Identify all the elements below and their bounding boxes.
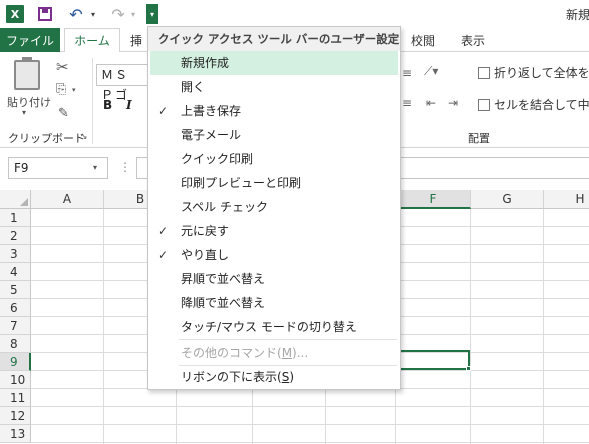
row-header[interactable]: 7: [0, 317, 31, 335]
clipboard-group-label: クリップボード: [8, 132, 85, 145]
row-header[interactable]: 11: [0, 389, 31, 407]
copy-dropdown-icon[interactable]: ▾: [72, 86, 76, 94]
tab-file[interactable]: ファイル: [0, 28, 60, 52]
increase-indent-icon[interactable]: ⇥: [448, 96, 458, 110]
excel-logo-icon[interactable]: X: [6, 5, 24, 23]
alignment-group-label: 配置: [468, 132, 490, 145]
menu-item[interactable]: 降順で並べ替え: [150, 291, 398, 315]
name-box-dropdown-icon[interactable]: ▾: [93, 163, 97, 172]
menu-header: クイック アクセス ツール バーのユーザー設定: [148, 27, 400, 51]
column-header[interactable]: G: [471, 190, 544, 209]
menu-item-label: 降順で並べ替え: [181, 296, 266, 310]
orientation-icon[interactable]: ⟋▾: [424, 64, 438, 79]
undo-icon[interactable]: ↶: [66, 4, 86, 24]
window-title: 新規: [566, 8, 589, 22]
checkmark-icon: ✓: [158, 224, 169, 238]
menu-item[interactable]: 印刷プレビューと印刷: [150, 171, 398, 195]
row-header[interactable]: 3: [0, 245, 31, 263]
menu-item-label: 元に戻す: [181, 224, 230, 238]
fill-handle[interactable]: [466, 366, 471, 371]
paste-dropdown-icon[interactable]: ▾: [22, 108, 26, 117]
undo-dropdown-icon[interactable]: ▾: [88, 4, 98, 24]
merge-center-icon: [478, 98, 490, 111]
align-top-icon[interactable]: ≡: [402, 66, 412, 80]
menu-item-label: タッチ/マウス モードの切り替え: [181, 320, 357, 334]
customize-quick-access-menu: クイック アクセス ツール バーのユーザー設定 新規作成開く ✓ 上書き保存電子メー…: [147, 26, 401, 390]
menu-item[interactable]: タッチ/マウス モードの切り替え: [150, 315, 398, 339]
grid-line: [31, 424, 589, 425]
row-header[interactable]: 6: [0, 299, 31, 317]
decrease-indent-icon[interactable]: ⇤: [426, 96, 436, 110]
tab-view[interactable]: 表示: [458, 28, 488, 52]
wrap-text-button[interactable]: 折り返して全体を表: [478, 64, 589, 81]
clipboard-launcher-icon[interactable]: ↘: [80, 132, 88, 142]
row-header[interactable]: 2: [0, 227, 31, 245]
menu-item[interactable]: ✓ 元に戻す: [150, 219, 398, 243]
menu-item[interactable]: 昇順で並べ替え: [150, 267, 398, 291]
menu-item[interactable]: 新規作成: [150, 51, 398, 75]
save-icon[interactable]: [38, 7, 52, 21]
menu-item[interactable]: ✓ やり直し: [150, 243, 398, 267]
row-header[interactable]: 12: [0, 407, 31, 425]
menu-item[interactable]: スペル チェック: [150, 195, 398, 219]
column-header[interactable]: H: [544, 190, 589, 209]
row-header[interactable]: 13: [0, 425, 31, 443]
menu-item-label: 印刷プレビューと印刷: [181, 176, 302, 190]
active-cell[interactable]: [396, 350, 470, 370]
redo-icon[interactable]: ↷: [108, 4, 128, 24]
grid-line: [31, 406, 589, 407]
italic-button[interactable]: I: [126, 98, 132, 112]
paste-button-label[interactable]: 貼り付け: [7, 94, 51, 110]
formula-bar-grip-icon[interactable]: ⋮: [119, 160, 131, 174]
row-header[interactable]: 8: [0, 335, 31, 353]
menu-item-label: スペル チェック: [181, 200, 268, 214]
menu-item-more-commands: その他のコマンド(M)...: [181, 346, 309, 360]
menu-item[interactable]: 開く: [150, 75, 398, 99]
title-bar: X ↶ ▾ ↷ ▾ ▾ 新規: [0, 0, 589, 28]
group-divider: [92, 58, 93, 144]
tab-review[interactable]: 校閲: [403, 28, 443, 52]
checkmark-icon: ✓: [158, 104, 169, 118]
checkmark-icon: ✓: [158, 248, 169, 262]
menu-item[interactable]: クイック印刷: [150, 147, 398, 171]
wrap-text-icon: [478, 66, 490, 79]
column-header[interactable]: F: [396, 190, 471, 209]
menu-item-label: 上書き保存: [181, 104, 242, 118]
menu-item[interactable]: ✓ 上書き保存: [150, 99, 398, 123]
format-painter-icon[interactable]: ✎: [58, 106, 69, 121]
menu-item-label: やり直し: [181, 248, 230, 262]
menu-item-label: 電子メール: [181, 128, 242, 142]
row-header[interactable]: 9: [0, 353, 31, 371]
merge-center-label: セルを結合して中央: [494, 98, 589, 112]
copy-icon[interactable]: ⎘: [56, 82, 66, 97]
redo-dropdown-icon[interactable]: ▾: [128, 4, 138, 24]
grid-line: [31, 442, 589, 443]
paste-icon[interactable]: [14, 57, 40, 90]
row-header[interactable]: 5: [0, 281, 31, 299]
column-header[interactable]: A: [31, 190, 104, 209]
cut-icon[interactable]: ✂: [56, 58, 69, 76]
tab-home[interactable]: ホーム: [64, 28, 120, 53]
menu-item-show-below-ribbon[interactable]: リボンの下に表示(S): [150, 365, 398, 389]
menu-item[interactable]: 電子メール: [150, 123, 398, 147]
menu-item-label: クイック印刷: [181, 152, 254, 166]
row-header[interactable]: 10: [0, 371, 31, 389]
menu-item-label: 昇順で並べ替え: [181, 272, 266, 286]
bold-button[interactable]: B: [103, 98, 112, 112]
select-all-button[interactable]: [0, 190, 31, 209]
row-header[interactable]: 4: [0, 263, 31, 281]
menu-item-label: 開く: [181, 80, 206, 94]
menu-item-label: 新規作成: [181, 56, 230, 70]
font-name-input[interactable]: ＭＳ Ｐゴ: [96, 64, 148, 102]
excel-logo-letter: X: [10, 7, 20, 21]
wrap-text-label: 折り返して全体を表: [494, 66, 589, 80]
customize-quick-access-button[interactable]: ▾: [146, 4, 158, 24]
row-header[interactable]: 1: [0, 209, 31, 227]
menu-divider: [179, 339, 397, 340]
align-right-icon[interactable]: ≡: [402, 96, 412, 110]
merge-center-button[interactable]: セルを結合して中央: [478, 96, 589, 113]
